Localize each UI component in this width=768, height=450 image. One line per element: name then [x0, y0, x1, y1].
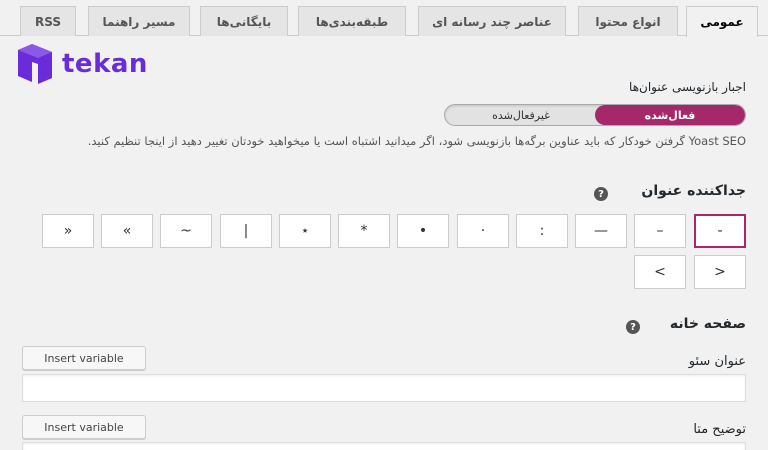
- seo-title-label: عنوان سئو: [688, 354, 746, 369]
- force-rewrite-toggle[interactable]: غیرفعال‌شده فعال‌شده: [444, 104, 746, 126]
- separator-option[interactable]: –: [634, 214, 686, 248]
- question-icon[interactable]: ?: [626, 320, 640, 334]
- meta-description-label: توضیح متا: [693, 422, 746, 437]
- separator-option[interactable]: <: [634, 255, 686, 289]
- force-rewrite-label: اجبار بازنویسی عنوان‌ها: [629, 80, 746, 94]
- tab-media[interactable]: عناصر چند رسانه ای: [418, 6, 566, 36]
- brand-logo: tekan: [12, 42, 148, 86]
- separator-option[interactable]: >: [694, 255, 746, 289]
- insert-variable-button[interactable]: Insert variable: [22, 415, 146, 439]
- separator-option[interactable]: |: [220, 214, 272, 248]
- insert-variable-button[interactable]: Insert variable: [22, 346, 146, 370]
- separator-option[interactable]: *: [338, 214, 390, 248]
- tab-taxonomies[interactable]: طبقه‌بندی‌ها: [298, 6, 406, 36]
- seo-title-input[interactable]: [22, 374, 746, 402]
- tab-archives[interactable]: بایگانی‌ها: [200, 6, 288, 36]
- separator-option[interactable]: —: [575, 214, 627, 248]
- toggle-off-option[interactable]: غیرفعال‌شده: [445, 105, 597, 125]
- separator-option[interactable]: •: [397, 214, 449, 248]
- meta-description-input[interactable]: [22, 442, 746, 450]
- separator-option[interactable]: ⋆: [279, 214, 331, 248]
- logo-mark-icon: [18, 44, 52, 84]
- question-icon[interactable]: ?: [594, 187, 608, 201]
- separator-option[interactable]: ·: [457, 214, 509, 248]
- separator-option[interactable]: :: [516, 214, 568, 248]
- separator-option[interactable]: »: [42, 214, 94, 248]
- toggle-on-option[interactable]: فعال‌شده: [595, 105, 745, 125]
- force-rewrite-description: Yoast SEO گرفتن خودکار که باید عناوین بر…: [87, 134, 746, 148]
- homepage-heading: صفحه خانه: [669, 316, 746, 332]
- separator-heading: جداکننده عنوان: [641, 183, 746, 199]
- settings-tabs: عمومی انواع محتوا عناصر چند رسانه ای طبق…: [0, 0, 768, 37]
- tab-content-types[interactable]: انواع محتوا: [578, 6, 678, 36]
- tab-breadcrumbs[interactable]: مسیر راهنما: [88, 6, 190, 36]
- logo-text: tekan: [62, 49, 148, 79]
- separator-option[interactable]: «: [101, 214, 153, 248]
- separator-option[interactable]: -: [694, 214, 746, 248]
- tab-general[interactable]: عمومی: [686, 6, 758, 37]
- separator-option[interactable]: ~: [160, 214, 212, 248]
- tab-rss[interactable]: RSS: [20, 6, 76, 36]
